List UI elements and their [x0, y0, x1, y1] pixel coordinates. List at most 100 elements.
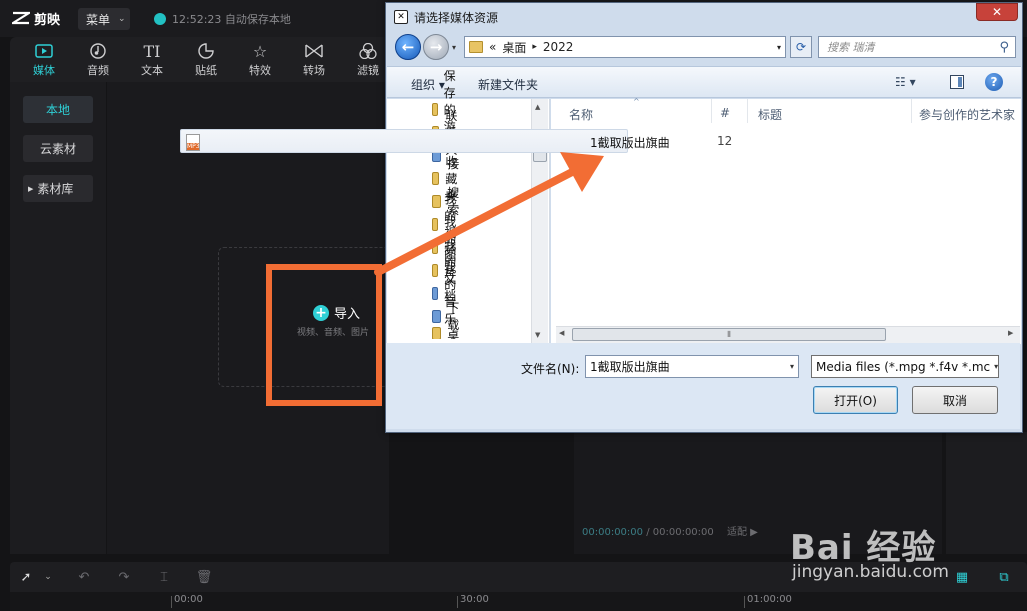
address-row: ← → ▾ « 桌面 ▸ 2022 ▾ ⟳ 搜索 瑞清 ⚲ [392, 32, 1018, 62]
search-icon[interactable]: ⚲ [999, 40, 1009, 55]
favorites-folder-icon [432, 171, 440, 185]
caret-right-icon: ▶ [28, 184, 34, 193]
chevron-down-icon: ⌄ [118, 14, 126, 24]
scroll-right-icon[interactable]: ▶ [1008, 329, 1013, 337]
breadcrumb-2022[interactable]: 2022 [543, 40, 574, 54]
file-name[interactable]: 1截取版出旗曲 [590, 134, 670, 151]
chevron-down-icon[interactable]: ▾ [790, 362, 794, 371]
filename-input[interactable]: 1截取版出旗曲 ▾ [585, 355, 799, 378]
column-artist[interactable]: 参与创作的艺术家 [919, 106, 1015, 123]
refresh-icon[interactable]: ⟳ [790, 36, 812, 58]
scroll-down-icon[interactable]: ▼ [535, 331, 540, 339]
app-logo: 剪映 [12, 9, 60, 28]
downloads-folder-icon [432, 309, 442, 323]
file-type-value: Media files (*.mpg *.f4v *.mc [816, 359, 991, 374]
music-folder-icon [432, 286, 439, 300]
search-input[interactable]: 搜索 瑞清 [827, 39, 875, 55]
chevron-down-icon[interactable]: ⌄ [40, 569, 56, 585]
pictures-folder-icon [432, 240, 439, 254]
library-label: 素材库 [37, 182, 74, 196]
tool-text[interactable]: TI 文本 [130, 40, 174, 80]
filter-icon [359, 40, 377, 62]
tool-sticker[interactable]: 贴纸 [184, 40, 228, 80]
chevron-down-icon[interactable]: ▾ [990, 362, 998, 371]
scroll-left-icon[interactable]: ◀ [559, 329, 564, 337]
forward-arrow-icon[interactable]: → [423, 34, 449, 60]
open-button[interactable]: 打开(O) [813, 386, 898, 414]
folder-icon [469, 41, 483, 53]
documents-folder-icon [432, 263, 439, 277]
column-title[interactable]: 标题 [758, 106, 782, 123]
tool-effects[interactable]: ☆ 特效 [238, 40, 282, 80]
nav-item-downloads[interactable]: 下载 [432, 301, 463, 332]
media-source-panel: 本地 云素材 ▶ 素材库 [10, 82, 106, 554]
breadcrumb-prefix[interactable]: « [489, 40, 496, 54]
transition-icon [305, 40, 323, 62]
cancel-button[interactable]: 取消 [912, 386, 998, 414]
local-button[interactable]: 本地 [23, 96, 93, 123]
scroll-up-icon[interactable]: ▲ [535, 103, 540, 111]
organize-button[interactable]: 组织 ▾ [411, 76, 445, 93]
search-box[interactable]: 搜索 瑞清 ⚲ [818, 36, 1016, 58]
library-button[interactable]: ▶ 素材库 [23, 175, 93, 202]
highlight-box [266, 264, 382, 406]
file-type-badge: MP3 [187, 143, 200, 150]
menu-button[interactable]: 菜单 ⌄ [78, 8, 130, 30]
tool-transition-label: 转场 [303, 64, 325, 77]
column-divider[interactable] [911, 99, 912, 123]
file-row[interactable] [180, 129, 628, 153]
text-icon: TI [143, 41, 161, 61]
column-number[interactable]: # [720, 106, 730, 120]
back-arrow-icon[interactable]: ← [395, 34, 421, 60]
address-bar[interactable]: « 桌面 ▸ 2022 ▾ [464, 36, 786, 58]
dialog-titlebar[interactable]: ✕ 请选择媒体资源 [386, 3, 1022, 31]
delete-icon[interactable]: 🗑 [196, 569, 213, 585]
redo-icon[interactable]: ↷ [116, 569, 132, 585]
tool-audio[interactable]: 音频 [76, 40, 120, 80]
tool-media[interactable]: 媒体 [22, 40, 66, 80]
check-icon [154, 13, 166, 25]
new-folder-button[interactable]: 新建文件夹 [478, 76, 538, 93]
jianying-logo-icon [12, 11, 30, 25]
dialog-title: 请选择媒体资源 [414, 10, 499, 25]
breadcrumb-separator[interactable]: ▸ [532, 42, 537, 52]
magnet-icon[interactable]: ▦ [954, 569, 970, 585]
folder-icon [432, 102, 438, 116]
sort-up-icon: ^ [633, 97, 640, 106]
help-icon[interactable]: ? [985, 73, 1003, 91]
preview-pane-icon[interactable] [950, 75, 964, 89]
undo-icon[interactable]: ↶ [76, 569, 92, 585]
filename-value[interactable]: 1截取版出旗曲 [590, 358, 670, 375]
select-cursor-icon[interactable]: ➚ [18, 569, 34, 585]
split-icon[interactable]: ⌶ [156, 569, 172, 585]
column-name[interactable]: 名称 [569, 106, 593, 123]
column-divider[interactable] [747, 99, 748, 123]
ruler-tick: 30:00 [457, 594, 489, 608]
tool-filter[interactable]: 滤镜 [346, 40, 390, 80]
link-icon[interactable]: ⧉ [996, 569, 1012, 585]
view-options-icon[interactable]: ☷ ▾ [895, 75, 916, 89]
history-dropdown-icon[interactable]: ▾ [452, 43, 456, 52]
close-button[interactable]: ✕ [976, 3, 1018, 21]
tool-media-label: 媒体 [33, 64, 55, 77]
player-timecode: 00:00:00:00 / 00:00:00:00 适配 ▶ [582, 523, 758, 538]
autosave-text: 12:52:23 自动保存本地 [172, 13, 291, 26]
effects-star-icon: ☆ [252, 41, 268, 61]
chevron-down-icon[interactable]: ▾ [777, 43, 781, 52]
autosave-status: 12:52:23 自动保存本地 [154, 11, 291, 27]
cloud-button[interactable]: 云素材 [23, 135, 93, 162]
jianying-app-icon: ✕ [394, 10, 408, 24]
file-type-select[interactable]: Media files (*.mpg *.f4v *.mc ▾ [811, 355, 999, 378]
ruler-tick: 00:00 [171, 594, 203, 608]
menu-label: 菜单 [86, 12, 111, 27]
tool-transition[interactable]: 转场 [292, 40, 336, 80]
horizontal-scroll-thumb[interactable]: ⦀ [572, 328, 886, 341]
search-folder-icon [432, 194, 442, 208]
timeline-ruler: 00:00 30:00 01:00:00 [10, 592, 1027, 611]
column-divider[interactable] [711, 99, 712, 123]
breadcrumb-desktop[interactable]: 桌面 [502, 39, 526, 56]
ratio-label[interactable]: 适配 [727, 527, 747, 538]
nav-item-desktop[interactable]: 桌面 [432, 327, 463, 339]
properties-panel [946, 432, 1027, 554]
play-icon[interactable]: ▶ [750, 527, 758, 538]
